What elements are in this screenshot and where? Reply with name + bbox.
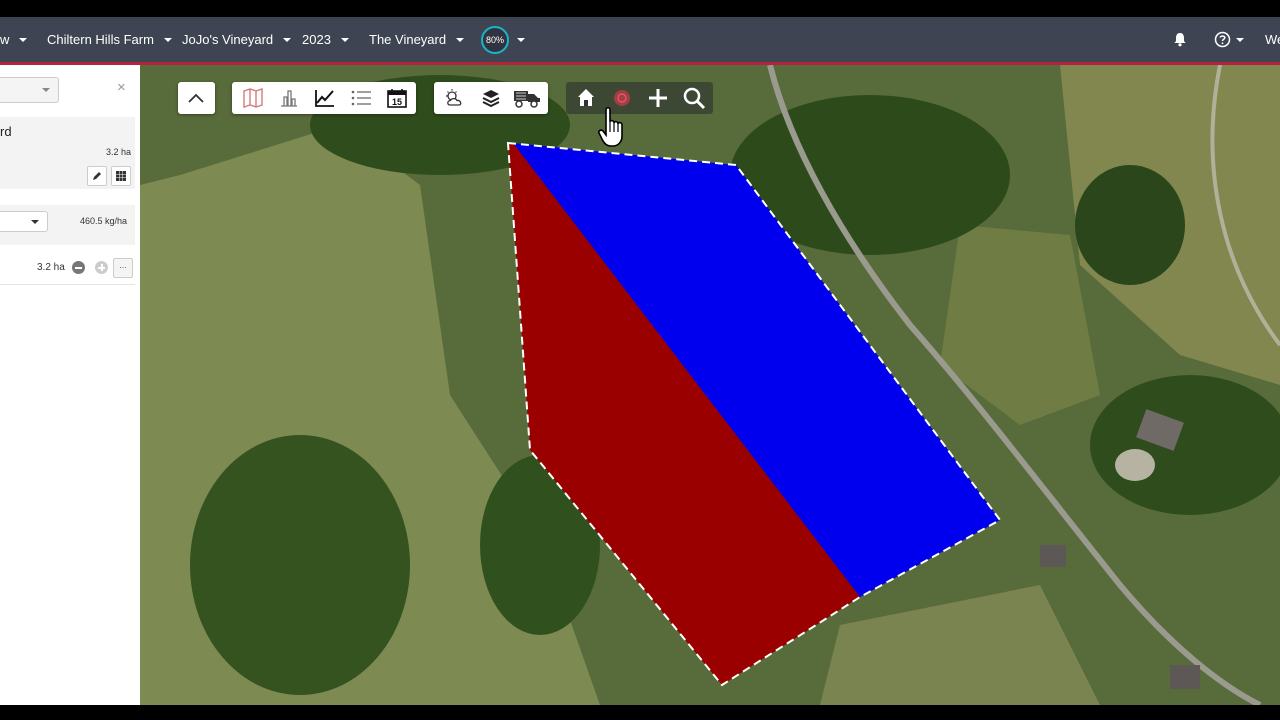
calendar-button[interactable]: 15 [379,82,415,114]
chevron-down-icon [163,37,172,42]
more-button[interactable]: ... [113,258,133,278]
plus-icon-stroke [100,264,103,271]
panel-select[interactable] [0,77,59,103]
bar-chart-button[interactable] [271,82,307,114]
chevron-down-icon [1236,37,1244,42]
collapse-toolbar [178,82,215,114]
video-bottom-bar [0,705,1280,720]
user-label: We [1265,32,1280,47]
nav-dropdown-vineyard[interactable]: JoJo's Vineyard [182,17,292,62]
view-toolbar: 15 [232,82,416,114]
layers-button[interactable] [473,82,509,114]
calendar-day: 15 [392,97,402,107]
list-button[interactable] [343,82,379,114]
chevron-down-icon [517,37,525,42]
nav-dropdown-label: 2023 [302,32,331,47]
field-name: rd [0,124,12,139]
field-details-panel: × rd 3.2 ha 460.5 kg/ha 3.2 ha ... [0,65,140,705]
nav-dropdown-view[interactable]: w [0,17,28,62]
layers-icon [482,90,500,108]
minus-icon [75,266,82,269]
nav-dropdown-label: Chiltern Hills Farm [47,32,154,47]
help-icon [1214,31,1231,48]
chevron-down-icon [456,37,465,42]
nav-dropdown-label: The Vineyard [369,32,447,47]
add-zone-button[interactable] [95,261,108,274]
field-area: 3.2 ha [106,147,132,157]
chevron-down-icon [31,220,39,224]
remove-zone-button[interactable] [72,261,85,274]
product-select[interactable] [0,211,48,232]
rate-value: 460.5 kg/ha [80,216,128,226]
panel-close-button[interactable]: × [117,79,126,96]
notifications-button[interactable] [1173,17,1187,62]
chevron-up-icon [188,93,204,103]
pencil-icon [93,172,101,180]
map-tools-toolbar [566,82,713,114]
search-button[interactable] [676,82,712,114]
map-view-button[interactable] [235,82,271,114]
calendar-icon: 15 [387,89,407,108]
bar-chart-icon [281,90,297,107]
progress-text: 80% [485,34,504,45]
search-icon [683,87,706,110]
bell-icon [1174,33,1186,47]
chevron-down-icon [19,37,28,42]
zone-area: 3.2 ha [37,262,65,273]
list-icon [351,90,371,106]
weather-icon [446,89,462,106]
nav-dropdown-label: JoJo's Vineyard [182,32,274,47]
nav-dropdown-farm[interactable]: Chiltern Hills Farm [47,17,172,62]
chevron-down-icon [283,37,292,42]
top-nav-bar: w Chiltern Hills Farm JoJo's Vineyard 20… [0,17,1280,65]
machinery-button[interactable] [509,82,545,114]
grid-icon [116,171,126,181]
line-chart-button[interactable] [307,82,343,114]
map-canvas[interactable] [140,65,1280,705]
nav-dropdown-year[interactable]: 2023 [302,17,349,62]
hand-cursor-icon [598,106,623,147]
edit-button[interactable] [87,166,107,186]
satellite-map[interactable] [140,65,1280,705]
add-button[interactable] [640,82,676,114]
collapse-button[interactable] [178,82,214,114]
layers-toolbar [434,82,548,114]
progress-indicator: 80% [481,25,509,54]
map-icon [243,88,263,108]
weather-button[interactable] [437,82,473,114]
plus-icon [649,89,667,107]
help-dropdown[interactable] [1214,17,1244,62]
home-icon [578,89,594,106]
grid-button[interactable] [111,166,131,186]
line-chart-icon [315,90,334,107]
more-label: ... [119,260,127,270]
nav-dropdown-field[interactable]: The Vineyard [369,17,465,62]
chevron-down-icon [42,88,50,92]
chevron-down-icon [340,37,349,42]
panel-divider [0,284,135,285]
user-menu[interactable]: We [1265,17,1280,62]
machinery-icon [514,91,540,108]
progress-dropdown[interactable]: 80% [481,17,525,62]
nav-dropdown-label: w [0,32,10,47]
